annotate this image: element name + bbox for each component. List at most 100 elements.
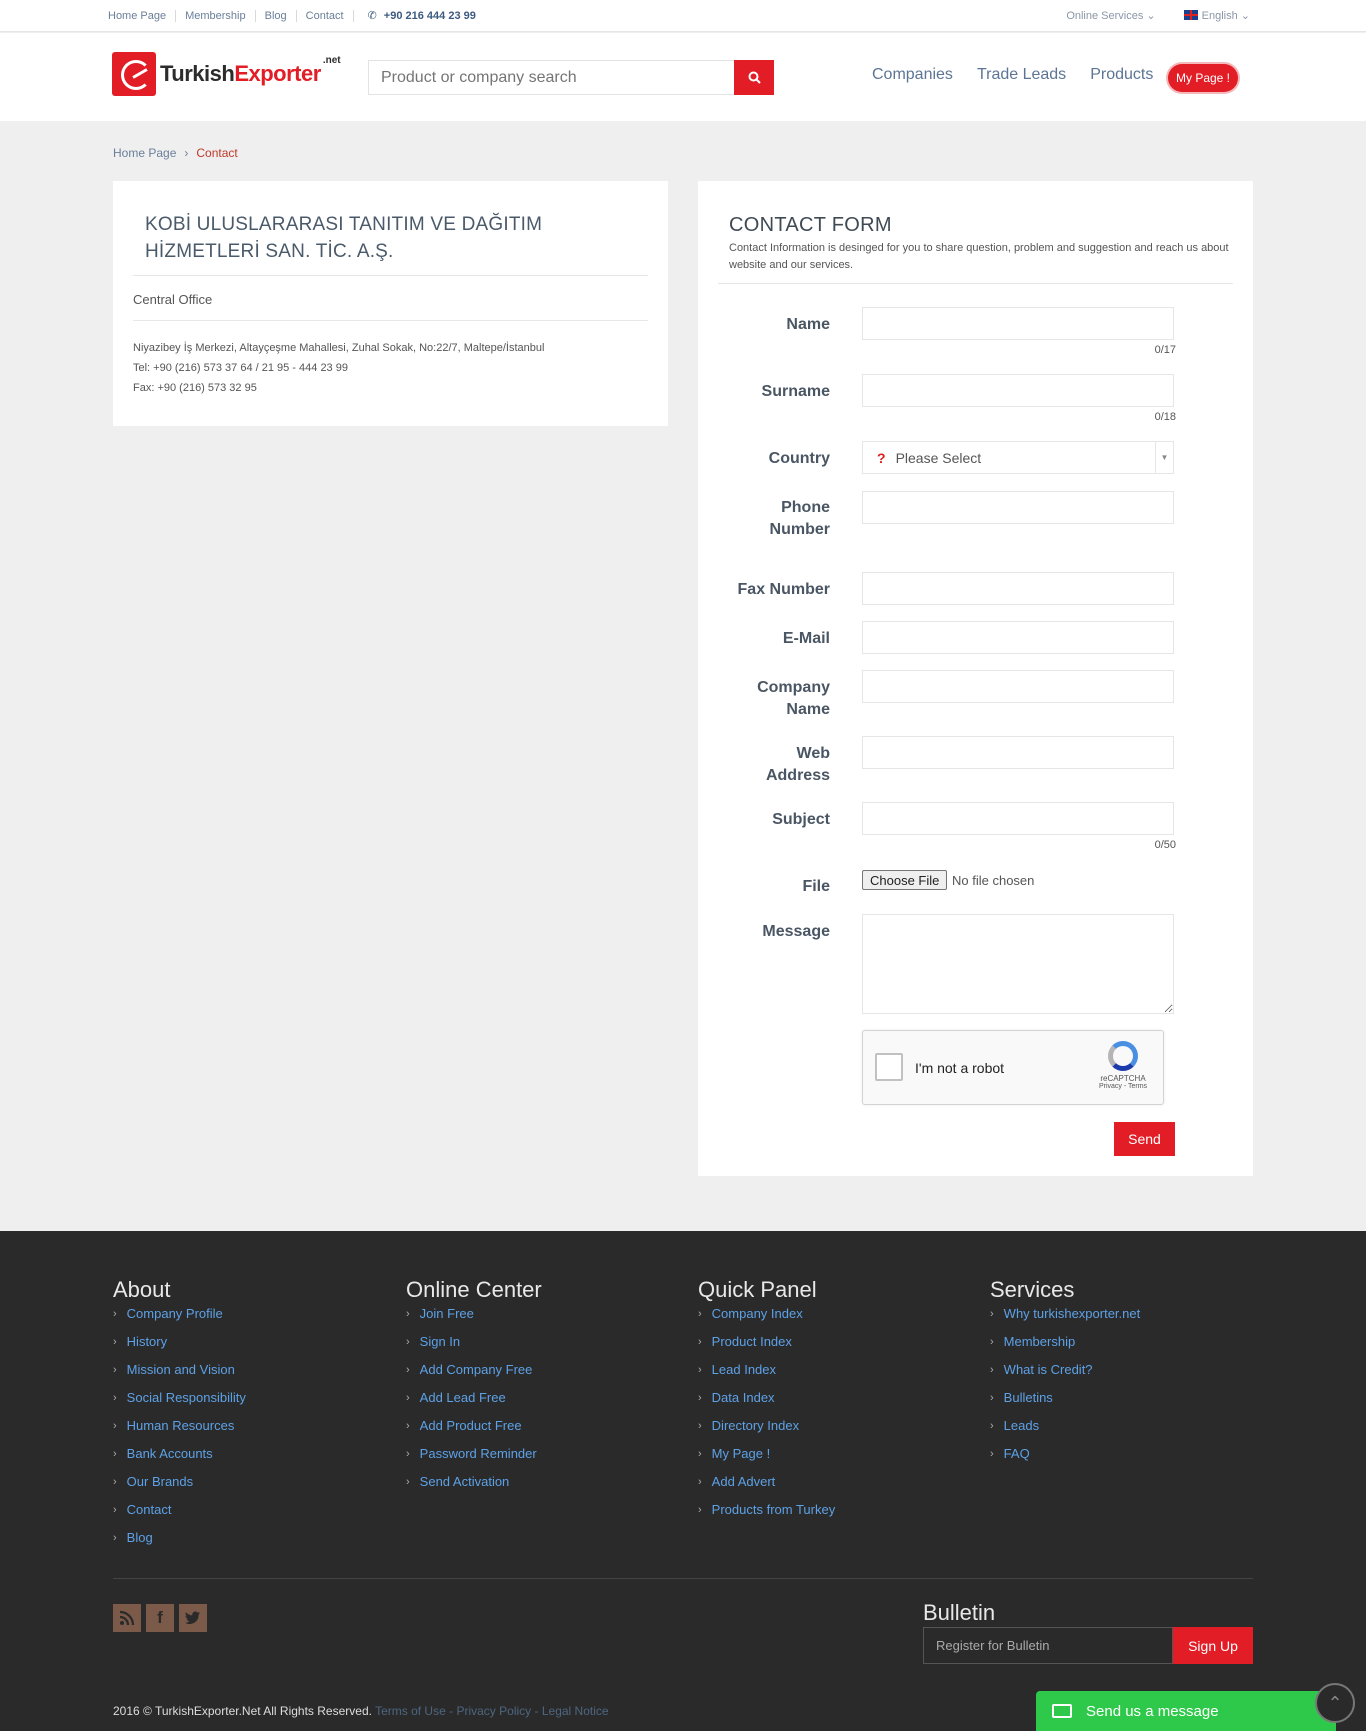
footer-link[interactable]: › Mission and Vision bbox=[113, 1361, 246, 1389]
footer-link-label: What is Credit? bbox=[1003, 1362, 1093, 1377]
footer-link[interactable]: › FAQ bbox=[990, 1445, 1140, 1473]
footer-link-label: FAQ bbox=[1003, 1446, 1030, 1461]
surname-counter: 0/18 bbox=[1154, 411, 1176, 423]
chevron-right-icon: › bbox=[406, 1476, 410, 1488]
footer-link[interactable]: › Products from Turkey bbox=[698, 1501, 835, 1529]
name-input[interactable] bbox=[862, 307, 1174, 340]
legal-link[interactable]: Legal Notice bbox=[542, 1704, 609, 1718]
nav-trade-leads[interactable]: Trade Leads bbox=[977, 66, 1066, 84]
email-input[interactable] bbox=[862, 621, 1174, 654]
footer-link[interactable]: › Contact bbox=[113, 1501, 246, 1529]
choose-file-button[interactable]: Choose File bbox=[862, 870, 948, 890]
footer-link[interactable]: › Lead Index bbox=[698, 1361, 835, 1389]
recaptcha-icon bbox=[1108, 1041, 1138, 1071]
chevron-down-icon: ⌄ bbox=[1240, 10, 1250, 22]
country-select[interactable]: ? Please Select ▼ bbox=[862, 441, 1174, 474]
logo-text-net: .net bbox=[322, 54, 341, 66]
footer-link[interactable]: › Our Brands bbox=[113, 1473, 246, 1501]
top-link-membership[interactable]: Membership bbox=[176, 9, 256, 22]
chevron-right-icon: › bbox=[113, 1336, 117, 1348]
footer-link-label: History bbox=[126, 1334, 168, 1349]
fax-input[interactable] bbox=[862, 572, 1174, 605]
footer-link[interactable]: › Human Resources bbox=[113, 1417, 246, 1445]
footer-link[interactable]: › Blog bbox=[113, 1529, 246, 1557]
top-right: Online Services ⌄ English ⌄ bbox=[1066, 9, 1250, 22]
message-label: Message bbox=[762, 923, 830, 940]
search-input[interactable] bbox=[368, 60, 735, 95]
top-link-blog[interactable]: Blog bbox=[256, 9, 297, 22]
recaptcha-links[interactable]: Privacy - Terms bbox=[1095, 1083, 1151, 1090]
recaptcha-brand: reCAPTCHA bbox=[1100, 1074, 1146, 1083]
footer-link[interactable]: › Company Profile bbox=[113, 1305, 246, 1333]
company-name-input[interactable] bbox=[862, 670, 1174, 703]
nav-products[interactable]: Products bbox=[1090, 66, 1153, 84]
search-button[interactable] bbox=[734, 60, 774, 95]
footer-link[interactable]: › Add Company Free bbox=[406, 1361, 542, 1389]
footer-link[interactable]: › Social Responsibility bbox=[113, 1389, 246, 1417]
footer-link[interactable]: › Why turkishexporter.net bbox=[990, 1305, 1140, 1333]
online-services-dropdown[interactable]: Online Services ⌄ bbox=[1066, 9, 1155, 22]
chevron-right-icon: › bbox=[184, 146, 189, 160]
footer-link-label: Company Index bbox=[711, 1306, 803, 1321]
bulletin-signup-button[interactable]: Sign Up bbox=[1173, 1627, 1253, 1664]
footer-link[interactable]: › Send Activation bbox=[406, 1473, 542, 1501]
footer-link[interactable]: › Join Free bbox=[406, 1305, 542, 1333]
company-address: Niyazibey İş Merkezi, Altayçeşme Mahalle… bbox=[133, 342, 545, 354]
chevron-right-icon: › bbox=[113, 1532, 117, 1544]
footer-link-label: Password Reminder bbox=[419, 1446, 537, 1461]
footer-link[interactable]: › Leads bbox=[990, 1417, 1140, 1445]
message-textarea[interactable] bbox=[862, 914, 1174, 1014]
footer-link-label: Bank Accounts bbox=[126, 1446, 213, 1461]
footer-link-label: Lead Index bbox=[711, 1362, 777, 1377]
company-tel: Tel: +90 (216) 573 37 64 / 21 95 - 444 2… bbox=[133, 362, 348, 374]
surname-input[interactable] bbox=[862, 374, 1174, 407]
chevron-right-icon: › bbox=[698, 1308, 702, 1320]
web-address-input[interactable] bbox=[862, 736, 1174, 769]
envelope-icon bbox=[1052, 1704, 1072, 1718]
footer-link[interactable]: › Add Advert bbox=[698, 1473, 835, 1501]
footer-link[interactable]: › What is Credit? bbox=[990, 1361, 1140, 1389]
top-link-contact[interactable]: Contact bbox=[297, 9, 354, 22]
footer-col-title: About bbox=[113, 1277, 171, 1302]
footer-link[interactable]: › Bulletins bbox=[990, 1389, 1140, 1417]
footer-link[interactable]: › Company Index bbox=[698, 1305, 835, 1333]
nav-companies[interactable]: Companies bbox=[872, 66, 953, 84]
top-link-home[interactable]: Home Page bbox=[108, 9, 177, 22]
terms-link[interactable]: Terms of Use bbox=[375, 1704, 446, 1718]
footer-link[interactable]: › Password Reminder bbox=[406, 1445, 542, 1473]
logo[interactable]: Turkish Exporter .net bbox=[112, 52, 341, 96]
send-us-message-widget[interactable]: Send us a message bbox=[1036, 1691, 1336, 1731]
footer-link[interactable]: › Add Lead Free bbox=[406, 1389, 542, 1417]
footer-link[interactable]: › My Page ! bbox=[698, 1445, 835, 1473]
chevron-right-icon: › bbox=[113, 1308, 117, 1320]
top-phone[interactable]: ✆ +90 216 444 23 99 bbox=[354, 9, 476, 23]
footer-link[interactable]: › Add Product Free bbox=[406, 1417, 542, 1445]
footer-link[interactable]: › Directory Index bbox=[698, 1417, 835, 1445]
footer-link[interactable]: › History bbox=[113, 1333, 246, 1361]
phone-input[interactable] bbox=[862, 491, 1174, 524]
language-dropdown[interactable]: English ⌄ bbox=[1183, 9, 1250, 22]
my-page-button[interactable]: My Page ! bbox=[1168, 64, 1238, 92]
chevron-right-icon: › bbox=[113, 1476, 117, 1488]
separator: - bbox=[534, 1704, 539, 1718]
footer-link[interactable]: › Product Index bbox=[698, 1333, 835, 1361]
chevron-right-icon: › bbox=[990, 1364, 994, 1376]
breadcrumb-home[interactable]: Home Page bbox=[113, 146, 176, 160]
recaptcha-checkbox[interactable] bbox=[875, 1053, 903, 1081]
footer-link[interactable]: › Membership bbox=[990, 1333, 1140, 1361]
footer-link[interactable]: › Sign In bbox=[406, 1333, 542, 1361]
chevron-right-icon: › bbox=[406, 1420, 410, 1432]
privacy-link[interactable]: Privacy Policy bbox=[456, 1704, 531, 1718]
logo-text-exporter: Exporter bbox=[234, 61, 321, 86]
scroll-to-top-button[interactable]: ⌃ bbox=[1315, 1683, 1355, 1723]
twitter-icon[interactable] bbox=[179, 1604, 207, 1632]
send-button[interactable]: Send bbox=[1114, 1122, 1175, 1156]
facebook-icon[interactable]: f bbox=[146, 1604, 174, 1632]
rss-icon[interactable] bbox=[113, 1604, 141, 1632]
footer-link[interactable]: › Data Index bbox=[698, 1389, 835, 1417]
footer-link-label: Join Free bbox=[419, 1306, 474, 1321]
chevron-right-icon: › bbox=[698, 1420, 702, 1432]
footer-link[interactable]: › Bank Accounts bbox=[113, 1445, 246, 1473]
subject-input[interactable] bbox=[862, 802, 1174, 835]
bulletin-email-input[interactable]: Register for Bulletin bbox=[923, 1627, 1173, 1664]
